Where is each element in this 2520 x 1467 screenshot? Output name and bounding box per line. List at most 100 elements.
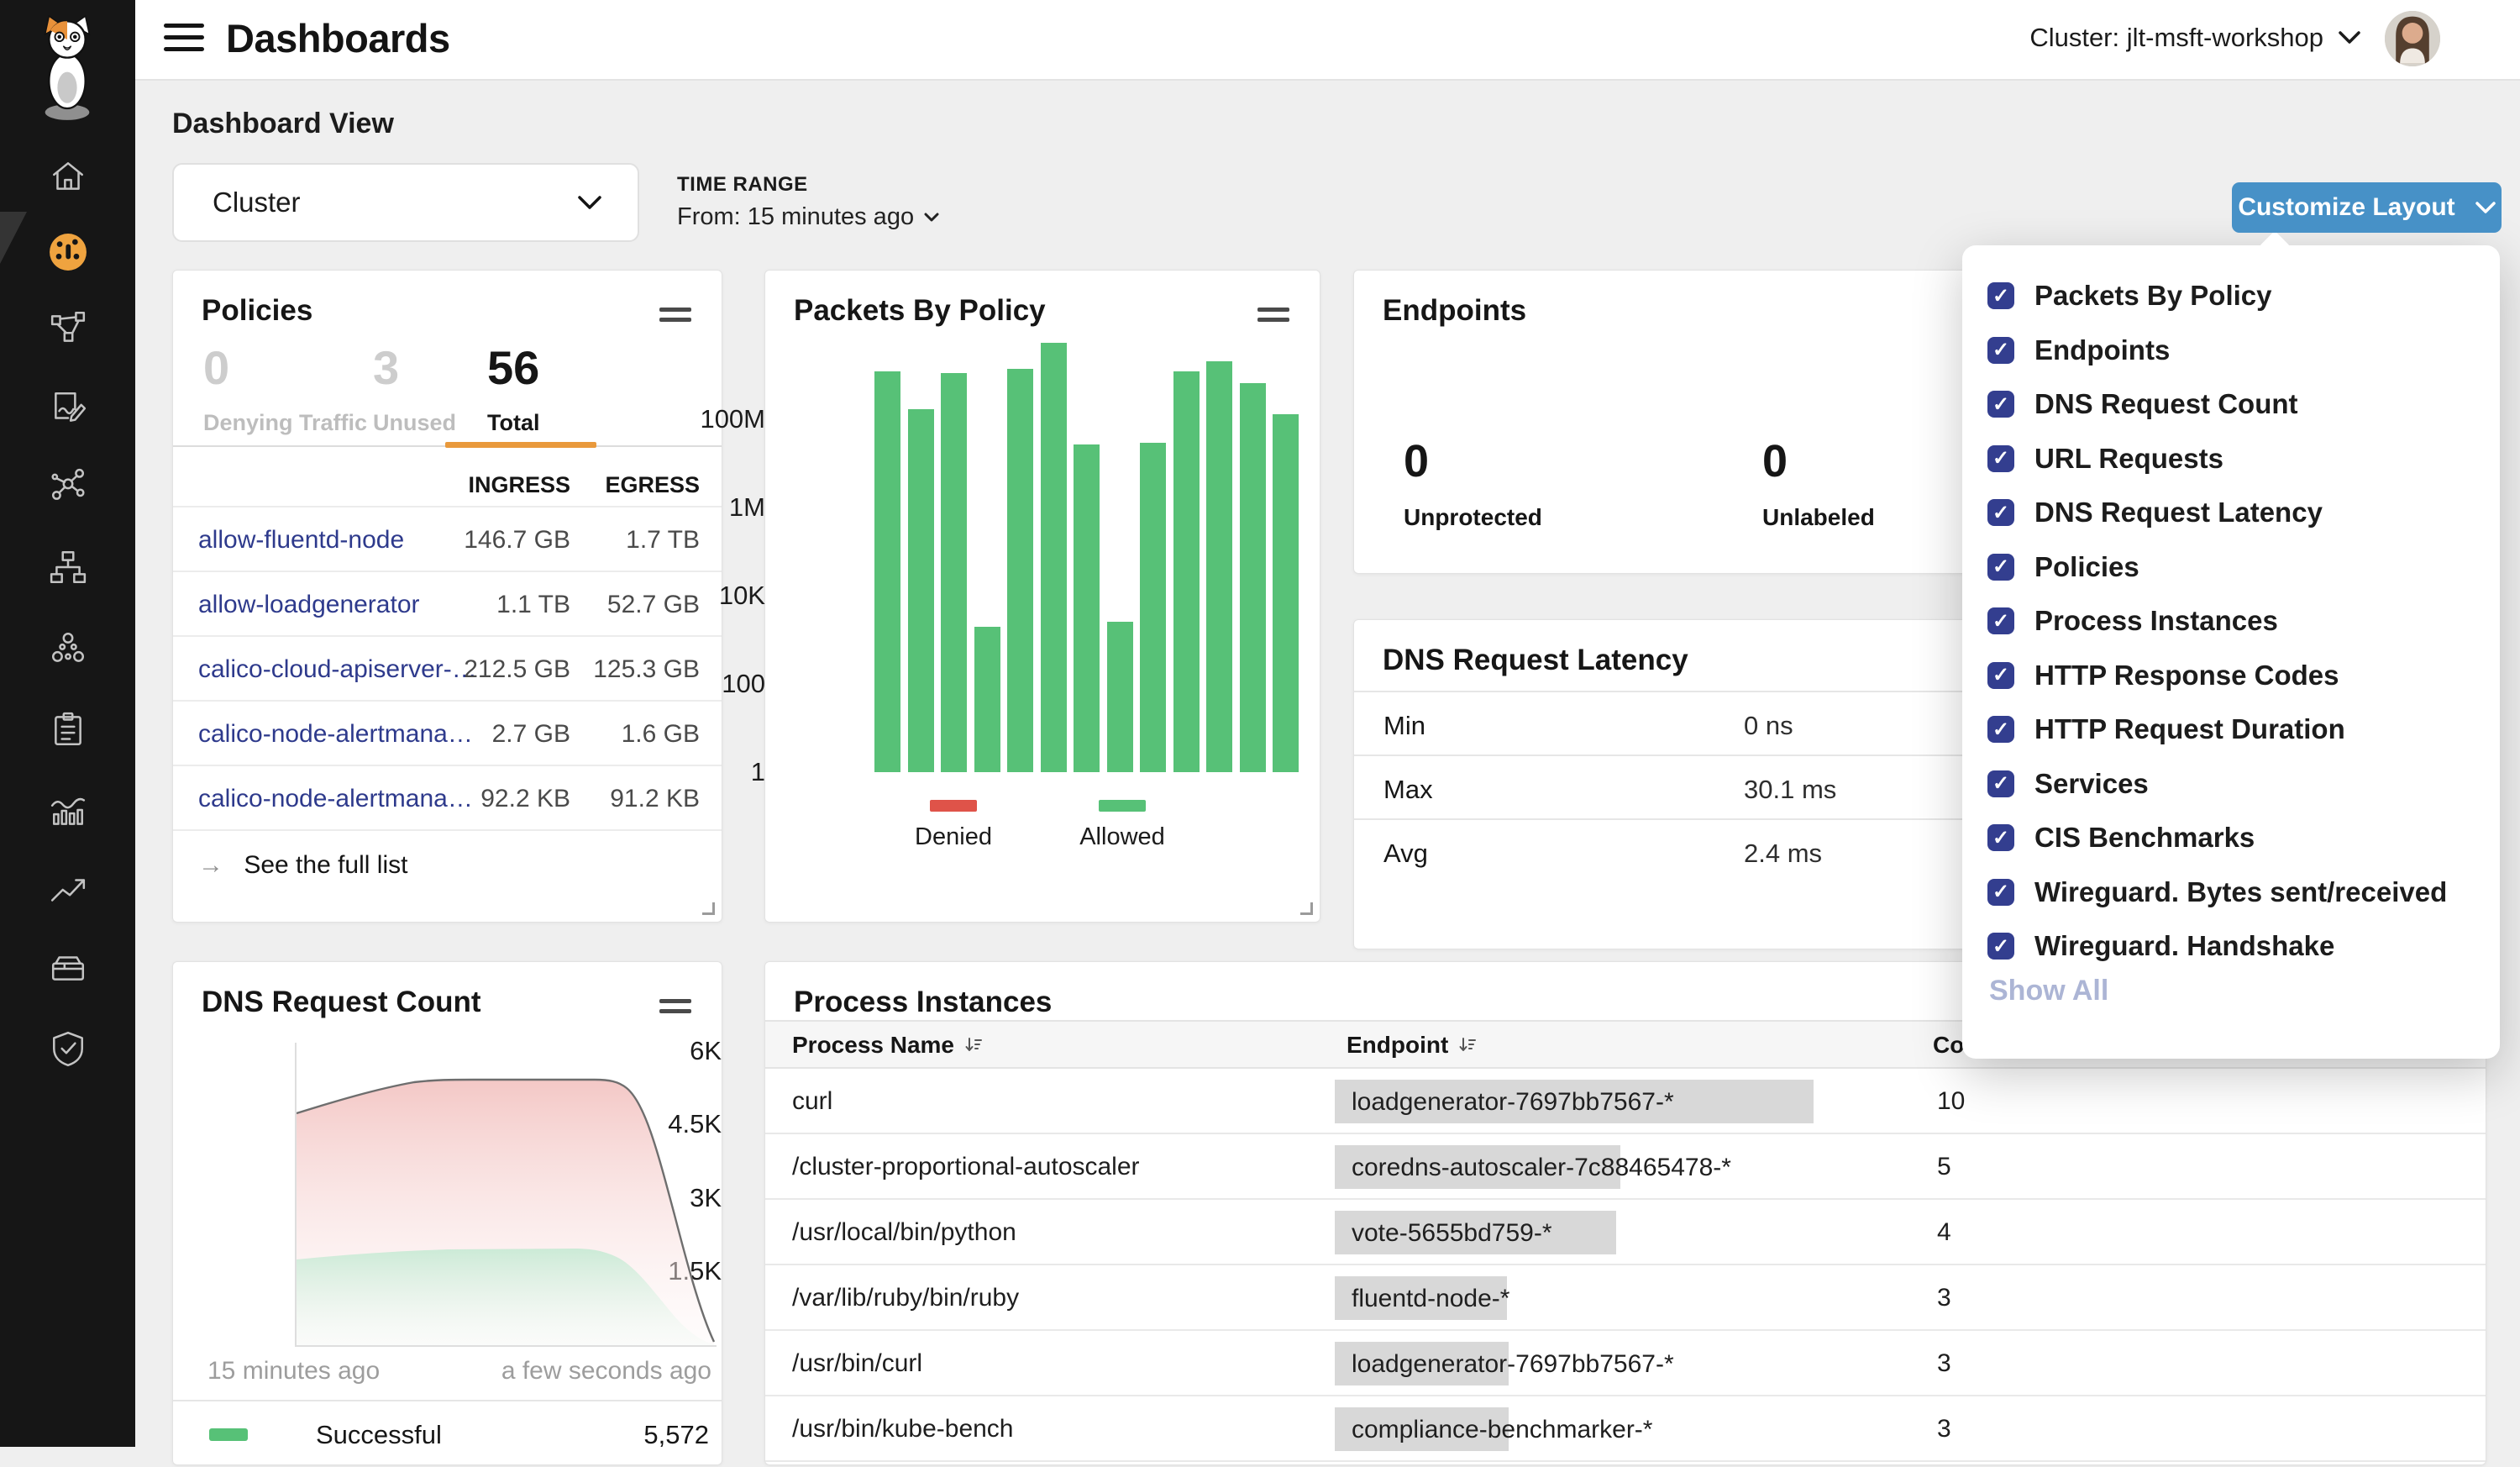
checkbox-checked-icon[interactable]: ✓	[1987, 282, 2014, 309]
drag-handle-icon[interactable]	[1257, 308, 1289, 328]
sidebar-item-dashboards[interactable]	[0, 229, 135, 276]
endpoint-chip: vote-5655bd759-*	[1335, 1211, 1616, 1254]
show-all-link[interactable]: Show All	[1989, 975, 2108, 1007]
allowed-bar	[874, 371, 900, 772]
cluster-selector[interactable]: Cluster: jlt-msft-workshop	[2029, 23, 2360, 53]
checkbox-checked-icon[interactable]: ✓	[1987, 391, 2014, 418]
resize-handle[interactable]	[702, 902, 715, 915]
table-row: /usr/bin/curl loadgenerator-7697bb7567-*…	[765, 1331, 2486, 1396]
policy-link[interactable]: calico-node-alertmana…	[198, 785, 473, 813]
allowed-bar	[941, 373, 967, 772]
menu-item-http-request-duration[interactable]: ✓ HTTP Request Duration	[1987, 702, 2447, 757]
resize-handle[interactable]	[1300, 902, 1313, 915]
sidebar-item-threat-defense[interactable]	[0, 1025, 135, 1072]
checkbox-checked-icon[interactable]: ✓	[1987, 716, 2014, 743]
endpoint-value: loadgenerator-7697bb7567-*	[1335, 1080, 1814, 1117]
menu-item-dns-request-latency[interactable]: ✓ DNS Request Latency	[1987, 486, 2447, 540]
sidebar-item-policy-recommendations[interactable]	[0, 384, 135, 431]
allowed-bar	[1173, 371, 1200, 772]
policy-link[interactable]: allow-loadgenerator	[198, 591, 420, 619]
menu-item-endpoints[interactable]: ✓ Endpoints	[1987, 323, 2447, 378]
checkbox-checked-icon[interactable]: ✓	[1987, 337, 2014, 364]
customize-layout-button[interactable]: Customize Layout	[2232, 182, 2502, 233]
policy-link[interactable]: calico-cloud-apiserver-…	[198, 655, 477, 684]
legend-label: Successful	[316, 1420, 442, 1450]
endpoints-stat-unprotected[interactable]: 0 Unprotected	[1404, 439, 1542, 531]
legend-item-denied[interactable]: Denied	[886, 800, 1021, 851]
hamburger-menu-icon[interactable]	[164, 24, 204, 57]
dashboard-view-select[interactable]: Cluster	[172, 163, 639, 242]
sidebar-item-home[interactable]	[0, 153, 135, 200]
see-full-list-link[interactable]: See the full list	[244, 851, 407, 879]
sidebar-item-hierarchy[interactable]	[0, 544, 135, 591]
latency-metric-value: 2.4 ms	[1744, 839, 1822, 869]
checkbox-checked-icon[interactable]: ✓	[1987, 662, 2014, 689]
checkbox-checked-icon[interactable]: ✓	[1987, 933, 2014, 960]
sidebar-item-releases[interactable]	[0, 944, 135, 991]
column-header-process-name[interactable]: Process Name	[792, 1032, 983, 1059]
process-card-title: Process Instances	[794, 986, 1052, 1019]
sidebar-item-service-graph[interactable]	[0, 304, 135, 351]
sidebar-item-network-sets[interactable]	[0, 462, 135, 509]
checkbox-checked-icon[interactable]: ✓	[1987, 607, 2014, 634]
latency-metric-value: 0 ns	[1744, 711, 1793, 741]
ingress-value: 212.5 GB	[464, 655, 570, 684]
releases-box-icon	[49, 949, 87, 987]
policies-stat-unused[interactable]: 3 Unused	[373, 344, 456, 436]
policy-link[interactable]: calico-node-alertmana…	[198, 720, 473, 749]
menu-item-label: URL Requests	[2034, 443, 2223, 475]
policies-stat-total[interactable]: 56 Total	[487, 344, 540, 436]
count-value: 3	[1937, 1415, 1951, 1443]
legend-item-allowed[interactable]: Allowed	[1055, 800, 1189, 851]
checkbox-checked-icon[interactable]: ✓	[1987, 445, 2014, 472]
dns-count-area-chart	[297, 1043, 717, 1345]
policy-link[interactable]: allow-fluentd-node	[198, 526, 404, 555]
y-tick-label: 100M	[681, 404, 765, 434]
user-avatar[interactable]	[2385, 11, 2440, 66]
chevron-down-icon	[2475, 202, 2496, 214]
avatar-photo-icon	[2385, 11, 2440, 66]
sidebar-item-namespaces[interactable]	[0, 625, 135, 672]
checkbox-checked-icon[interactable]: ✓	[1987, 499, 2014, 526]
menu-item-process-instances[interactable]: ✓ Process Instances	[1987, 594, 2447, 649]
count-value: 3	[1937, 1349, 1951, 1378]
table-row: /cluster-proportional-autoscaler coredns…	[765, 1134, 2486, 1200]
menu-item-wireguard-bytes[interactable]: ✓ Wireguard. Bytes sent/received	[1987, 865, 2447, 920]
sidebar-item-compliance[interactable]	[0, 706, 135, 753]
menu-item-url-requests[interactable]: ✓ URL Requests	[1987, 432, 2447, 486]
menu-item-services[interactable]: ✓ Services	[1987, 757, 2447, 812]
checkbox-checked-icon[interactable]: ✓	[1987, 554, 2014, 581]
sidebar-item-trends[interactable]	[0, 867, 135, 914]
sidebar-item-activity-stats[interactable]	[0, 787, 135, 834]
menu-item-packets-by-policy[interactable]: ✓ Packets By Policy	[1987, 269, 2447, 323]
count-value: 5	[1937, 1153, 1951, 1181]
menu-item-http-response-codes[interactable]: ✓ HTTP Response Codes	[1987, 649, 2447, 703]
denied-swatch-icon	[930, 800, 977, 812]
checkbox-checked-icon[interactable]: ✓	[1987, 770, 2014, 797]
page-title: Dashboards	[226, 15, 450, 61]
checkbox-checked-icon[interactable]: ✓	[1987, 879, 2014, 906]
policy-recommendation-icon	[49, 388, 87, 427]
drag-handle-icon[interactable]	[659, 999, 691, 1019]
allowed-bar	[974, 627, 1000, 772]
dns-count-legend-row[interactable]: Successful 5,572	[173, 1400, 722, 1467]
checkbox-checked-icon[interactable]: ✓	[1987, 824, 2014, 851]
menu-item-dns-request-count[interactable]: ✓ DNS Request Count	[1987, 377, 2447, 432]
stat-label: Denying Traffic	[203, 410, 367, 436]
menu-item-wireguard-handshake[interactable]: ✓ Wireguard. Handshake	[1987, 919, 2447, 974]
drag-handle-icon[interactable]	[659, 308, 691, 328]
endpoints-stat-unlabeled[interactable]: 0 Unlabeled	[1762, 439, 1875, 531]
calico-cat-logo[interactable]	[27, 13, 108, 123]
menu-item-cis-benchmarks[interactable]: ✓ CIS Benchmarks	[1987, 811, 2447, 865]
endpoint-value: vote-5655bd759-*	[1335, 1211, 1616, 1248]
policies-stat-denying[interactable]: 0 Denying Traffic	[203, 344, 367, 436]
stat-label: Unprotected	[1404, 504, 1542, 531]
menu-item-list: ✓ Packets By Policy ✓ Endpoints ✓ DNS Re…	[1987, 269, 2447, 974]
dashboard-view-value: Cluster	[213, 187, 301, 218]
menu-item-policies[interactable]: ✓ Policies	[1987, 540, 2447, 595]
trends-icon	[49, 871, 87, 910]
allowed-bar	[908, 409, 934, 772]
time-range-value: From: 15 minutes ago	[677, 203, 914, 231]
column-header-endpoint[interactable]: Endpoint	[1347, 1032, 1477, 1059]
time-range-control[interactable]: TIME RANGE From: 15 minutes ago	[677, 173, 939, 231]
